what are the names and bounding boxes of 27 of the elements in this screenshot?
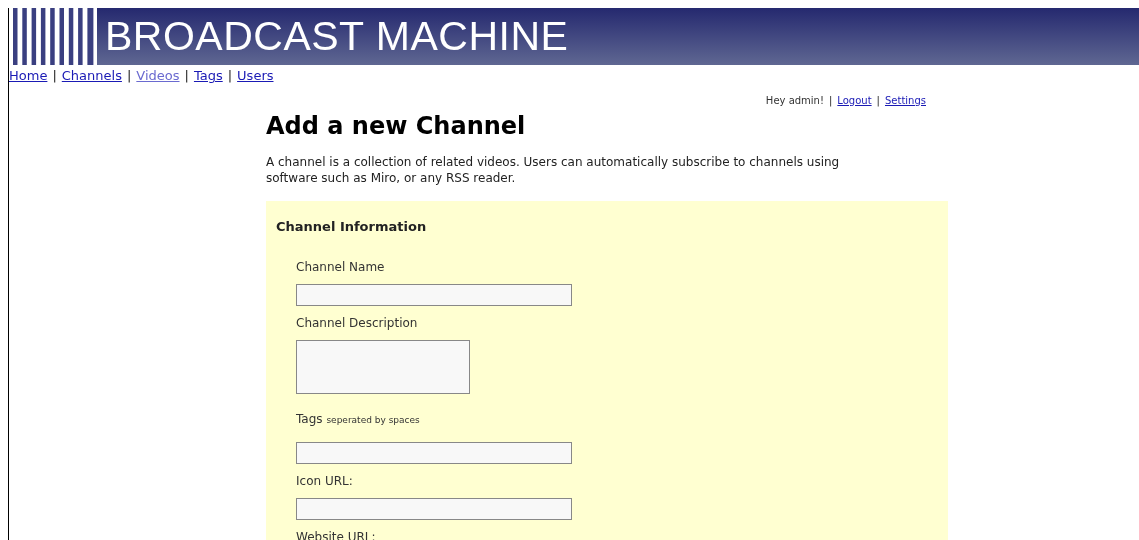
site-title: BROADCAST MACHINE xyxy=(105,16,569,57)
field-label: Tags xyxy=(296,412,323,427)
hint-text: seperated by spaces xyxy=(326,415,420,426)
separator-text: | xyxy=(876,94,880,106)
input-field[interactable] xyxy=(296,498,572,521)
nav-link-text[interactable]: Home xyxy=(9,68,48,83)
user-link[interactable]: Settings xyxy=(885,94,926,106)
nav-link-text[interactable]: Videos xyxy=(136,68,180,83)
input-field[interactable] xyxy=(296,442,572,465)
separator-text: | xyxy=(184,68,189,83)
separator-text: | xyxy=(227,68,233,83)
separator-text: | xyxy=(829,94,833,106)
intro-text: A channel is a collection of related videos. Users can automatically subscribe to channels using software such as Miro, or any RSS reader. xyxy=(266,154,841,187)
separator-text: | xyxy=(52,68,57,83)
input-field[interactable] xyxy=(296,284,572,307)
nav-link-text[interactable]: Tags xyxy=(193,68,223,83)
separator-text: | xyxy=(126,68,132,83)
panel-title: Channel Information xyxy=(276,217,428,236)
nav-link-text[interactable]: Channels xyxy=(61,68,122,83)
field-label: Icon URL: xyxy=(296,473,354,491)
page-heading: Add a new Channel xyxy=(266,111,527,141)
field-label: Channel Description xyxy=(296,315,419,333)
nav-link-text[interactable]: Users xyxy=(237,68,274,83)
field-label: Channel Name xyxy=(296,259,386,277)
user-link[interactable]: Logout xyxy=(837,94,872,106)
text-area[interactable] xyxy=(296,340,470,395)
greeting-text: Hey admin! xyxy=(765,94,824,106)
